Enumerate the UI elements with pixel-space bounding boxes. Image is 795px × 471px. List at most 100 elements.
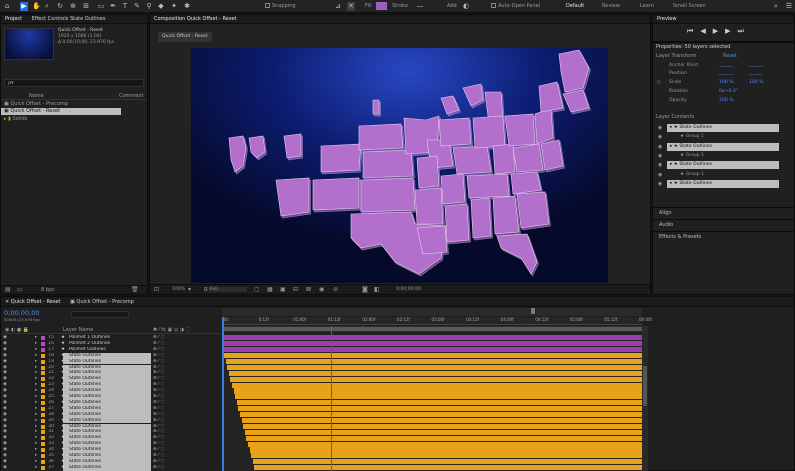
visibility-eye-icon[interactable]: ◉ xyxy=(658,133,662,141)
section-align[interactable]: Align xyxy=(653,207,794,218)
visibility-eye-icon[interactable]: ◉ xyxy=(658,152,662,160)
visibility-eye-icon[interactable]: ◉ xyxy=(658,124,662,132)
contents-group-item[interactable]: ★ Group 1 xyxy=(677,171,777,179)
section-audio[interactable]: Audio xyxy=(653,219,794,230)
new-folder-icon[interactable]: ▭ xyxy=(17,286,23,293)
exposure-reset-icon[interactable]: ⊛ xyxy=(333,286,338,293)
mask-visibility-icon[interactable]: ▣ xyxy=(280,286,286,293)
clone-stamp-tool-icon[interactable]: ⚲ xyxy=(145,2,153,11)
guides-icon[interactable]: ⊟ xyxy=(293,286,298,293)
selection-tool-icon[interactable]: ▶ xyxy=(20,2,28,11)
contents-layer-item[interactable]: ▸ ★ State Outlines xyxy=(667,179,779,188)
resolution-dropdown[interactable]: Full xyxy=(207,287,247,292)
work-area-end-handle[interactable] xyxy=(531,308,535,314)
keyframe-icon[interactable]: ◇ xyxy=(657,79,661,87)
eraser-tool-icon[interactable]: ◆ xyxy=(157,2,165,11)
opacity-value[interactable]: 100 % xyxy=(719,97,734,105)
reset-link[interactable]: Reset xyxy=(723,53,737,60)
column-name[interactable]: Name xyxy=(29,93,44,100)
transparency-grid-icon[interactable]: ▦ xyxy=(267,286,273,293)
layer-duration-bar[interactable] xyxy=(252,459,642,465)
roto-brush-tool-icon[interactable]: ✦ xyxy=(170,2,178,11)
visibility-eye-icon[interactable]: ◉ xyxy=(658,171,662,179)
layer-duration-bar[interactable] xyxy=(238,406,642,412)
show-snapshot-icon[interactable]: ◧ xyxy=(374,286,380,293)
layer-duration-bar[interactable] xyxy=(243,423,642,429)
rotate-tool-icon[interactable]: ↻ xyxy=(56,2,64,11)
brush-tool-icon[interactable]: ✎ xyxy=(133,2,141,11)
timeline-timecode[interactable]: 0;00;00;00 xyxy=(4,309,40,317)
first-frame-icon[interactable]: ⏮ xyxy=(687,27,700,35)
tab-project[interactable]: Project xyxy=(5,15,22,23)
viewer-timecode[interactable]: 0;00;00;00 xyxy=(396,287,421,292)
rectangle-tool-icon[interactable]: ▭ xyxy=(97,2,105,11)
layer-duration-bar[interactable] xyxy=(222,335,642,341)
work-area-bar[interactable] xyxy=(222,308,642,316)
layer-duration-bar[interactable] xyxy=(233,388,642,394)
layer-duration-bar[interactable] xyxy=(248,441,642,447)
share-icon[interactable]: ☰ xyxy=(785,2,793,11)
workspace-learn[interactable]: Learn xyxy=(640,2,654,11)
auto-open-panel-checkbox[interactable]: Auto-Open Panel xyxy=(491,2,540,11)
layer-duration-bar[interactable] xyxy=(249,447,642,453)
workspace-review[interactable]: Review xyxy=(602,2,620,11)
layer-switches[interactable]: ⊕ ⁄ ◌ xyxy=(153,465,164,471)
pen-tool-icon[interactable]: ✒ xyxy=(109,2,117,11)
position-x-value[interactable]: ______ xyxy=(719,70,733,78)
previous-frame-icon[interactable]: ◀ xyxy=(700,27,712,35)
interpret-footage-icon[interactable]: ▤ xyxy=(5,286,11,293)
contents-layer-item[interactable]: ▸ ★ State Outlines xyxy=(667,142,779,151)
always-preview-icon[interactable]: ⊡ xyxy=(154,286,159,293)
layer-duration-bar[interactable] xyxy=(240,412,642,418)
prop-rotation[interactable]: Rotation 0x+0.0° xyxy=(653,88,794,96)
layer-duration-bar[interactable] xyxy=(236,400,642,406)
scale-y-value[interactable]: 100 % xyxy=(749,79,764,87)
contents-layer-item[interactable]: ▸ ★ State Outlines xyxy=(667,124,779,132)
time-navigator[interactable] xyxy=(222,326,642,332)
project-item-reset[interactable]: ▣ Quick Offset - Reset xyxy=(1,108,121,115)
project-folder-solids[interactable]: ▸ ▮ Solids xyxy=(1,116,147,123)
zoom-tool-icon[interactable]: ⌕ xyxy=(43,2,51,11)
tab-timeline-reset[interactable]: Quick Offset - Reset xyxy=(11,297,61,306)
prop-scale[interactable]: ◇ Scale 100 % 100 % xyxy=(653,79,794,87)
project-item-precomp[interactable]: ▣ Quick Offset - Precomp xyxy=(1,101,147,108)
time-navigator-range[interactable] xyxy=(222,327,642,331)
layer-duration-bar[interactable] xyxy=(232,382,642,388)
layer-duration-bar[interactable] xyxy=(228,370,642,376)
prop-position[interactable]: Position ______ ______ xyxy=(653,70,794,78)
search-icon[interactable]: ⌕ xyxy=(772,2,780,11)
last-frame-icon[interactable]: ⏭ xyxy=(737,27,750,35)
visibility-eye-icon[interactable]: ◉ xyxy=(658,143,662,151)
anchor-y-value[interactable]: ______ xyxy=(749,62,763,70)
time-ruler[interactable]: 0s 0:12f 01:00f 01:12f 02:00f 02:12f 03:00f 03:… xyxy=(222,317,652,325)
tab-effect-controls[interactable]: Effect Controls State Outlines xyxy=(32,15,106,23)
layer-duration-bar[interactable] xyxy=(246,435,642,441)
composition-viewer[interactable] xyxy=(191,48,608,283)
column-comment[interactable]: Comment xyxy=(119,93,144,100)
snapping-checkbox[interactable]: Snapping xyxy=(265,2,296,11)
fill-color-swatch[interactable] xyxy=(376,2,387,10)
type-tool-icon[interactable]: T xyxy=(121,2,129,11)
contents-group-item[interactable]: ★ Group 1 xyxy=(677,133,777,141)
stroke-width-icon[interactable]: — xyxy=(416,2,424,11)
position-y-value[interactable]: ______ xyxy=(749,70,763,78)
color-management-icon[interactable]: ◉ xyxy=(319,286,324,293)
layer-duration-bar[interactable] xyxy=(225,358,642,365)
contents-layer-item[interactable]: ▸ ★ State Outlines xyxy=(667,161,779,170)
anchor-x-value[interactable]: ______ xyxy=(719,62,733,70)
delete-icon[interactable]: 🗑 xyxy=(131,286,139,293)
pan-behind-tool-icon[interactable]: ⊞ xyxy=(82,2,90,11)
bpc-label[interactable]: 8 bpc xyxy=(41,287,55,293)
timeline-search-input[interactable] xyxy=(71,311,129,318)
section-effects-presets[interactable]: Effects & Presets xyxy=(653,231,794,242)
next-frame-icon[interactable]: ▶ xyxy=(725,27,737,35)
camera-tool-icon[interactable]: ⊕ xyxy=(69,2,77,11)
layer-duration-bar[interactable] xyxy=(224,353,642,359)
play-icon[interactable]: ▶ xyxy=(713,27,725,35)
layer-duration-bar[interactable] xyxy=(222,341,642,347)
snap-options-icon[interactable]: ⊿ xyxy=(334,2,342,11)
visibility-eye-icon[interactable]: ◉ xyxy=(658,180,662,188)
layer-duration-bar[interactable] xyxy=(230,376,642,382)
home-icon[interactable]: ⌂ xyxy=(3,2,11,11)
add-menu-icon[interactable]: ◐ xyxy=(462,2,470,11)
